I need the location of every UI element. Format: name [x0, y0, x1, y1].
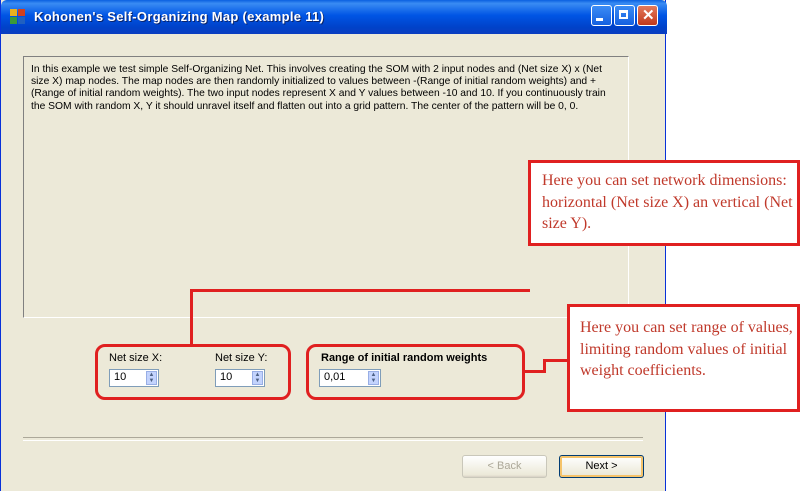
net-size-connector: [190, 289, 193, 346]
range-connector: [543, 359, 568, 362]
net-size-callout: Here you can set network dimensions: hor…: [528, 160, 800, 246]
range-callout: Here you can set range of values, limiti…: [567, 304, 800, 412]
net-size-callout-text: Here you can set network dimensions: hor…: [542, 172, 793, 232]
minimize-button[interactable]: [591, 5, 612, 26]
close-icon: ✕: [642, 7, 655, 24]
net-size-highlight: [95, 344, 291, 400]
maximize-button[interactable]: [614, 5, 635, 26]
range-highlight: [306, 344, 525, 400]
window-title: Kohonen's Self-Organizing Map (example 1…: [34, 9, 325, 24]
title-bar[interactable]: Kohonen's Self-Organizing Map (example 1…: [1, 0, 667, 34]
close-button[interactable]: ✕: [637, 5, 658, 26]
separator: [23, 437, 643, 441]
app-icon: [10, 9, 26, 25]
range-callout-text: Here you can set range of values, limiti…: [580, 319, 793, 379]
back-button[interactable]: < Back: [462, 455, 547, 478]
range-connector: [524, 370, 544, 373]
next-button[interactable]: Next >: [559, 455, 644, 478]
description-text: In this example we test simple Self-Orga…: [31, 64, 606, 112]
net-size-connector: [190, 289, 530, 292]
